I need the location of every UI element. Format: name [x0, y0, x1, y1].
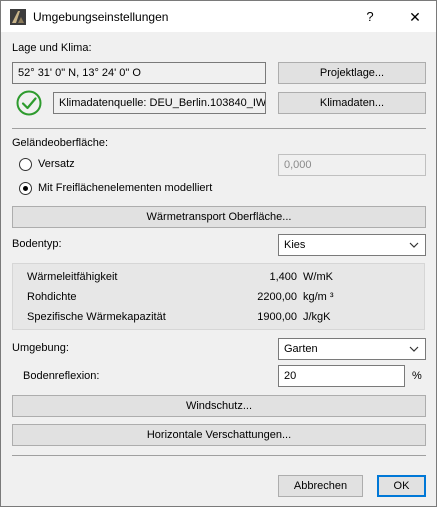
dialog-window: Umgebungseinstellungen ? ✕ Lage und Klim… — [0, 0, 437, 507]
soil-type-value: Kies — [284, 239, 306, 251]
modeled-radio[interactable] — [19, 182, 32, 195]
chevron-down-icon — [409, 346, 419, 352]
property-value: 1,400 — [269, 271, 297, 283]
percent-unit: % — [412, 370, 422, 382]
soil-type-label: Bodentyp: — [12, 238, 62, 250]
property-value: 2200,00 — [257, 291, 297, 303]
location-heading: Lage und Klima: — [12, 42, 92, 54]
chevron-down-icon — [409, 242, 419, 248]
separator — [12, 128, 426, 129]
offset-radio[interactable] — [19, 158, 32, 171]
title-bar[interactable]: Umgebungseinstellungen ? ✕ — [1, 1, 436, 32]
separator — [12, 455, 426, 456]
offset-input[interactable]: 0,000 — [278, 154, 426, 176]
property-value: 1900,00 — [257, 311, 297, 323]
help-button[interactable]: ? — [356, 5, 384, 29]
archicad-app-icon — [10, 9, 26, 25]
modeled-radio-label[interactable]: Mit Freiflächenelementen modelliert — [38, 182, 212, 194]
check-circle-icon — [16, 90, 42, 116]
project-location-button[interactable]: Projektlage... — [278, 62, 426, 84]
coordinates-field: 52° 31' 0" N, 13° 24' 0" O — [12, 62, 266, 84]
ground-reflection-label: Bodenreflexion: — [23, 370, 100, 382]
terrain-heading: Geländeoberfläche: — [12, 137, 109, 149]
property-unit: W/mK — [303, 271, 333, 283]
horizontal-shading-button[interactable]: Horizontale Verschattungen... — [12, 424, 426, 446]
property-name: Rohdichte — [27, 291, 77, 303]
cancel-button[interactable]: Abbrechen — [278, 475, 363, 497]
climate-data-button[interactable]: Klimadaten... — [278, 92, 426, 114]
ground-reflection-input[interactable]: 20 — [278, 365, 405, 387]
soil-type-select[interactable]: Kies — [278, 234, 426, 256]
wind-protection-button[interactable]: Windschutz... — [12, 395, 426, 417]
dialog-title: Umgebungseinstellungen — [33, 10, 169, 24]
heat-transfer-button[interactable]: Wärmetransport Oberfläche... — [12, 206, 426, 228]
property-unit: kg/m ³ — [303, 291, 334, 303]
property-name: Wärmeleitfähigkeit — [27, 271, 118, 283]
property-unit: J/kgK — [303, 311, 331, 323]
environment-select[interactable]: Garten — [278, 338, 426, 360]
close-button[interactable]: ✕ — [401, 5, 429, 29]
ok-button[interactable]: OK — [377, 475, 426, 497]
property-name: Spezifische Wärmekapazität — [27, 311, 166, 323]
offset-radio-label[interactable]: Versatz — [38, 158, 75, 170]
environment-value: Garten — [284, 343, 318, 355]
environment-label: Umgebung: — [12, 342, 69, 354]
climate-source-field: Klimadatenquelle: DEU_Berlin.103840_IWEC — [53, 92, 266, 114]
